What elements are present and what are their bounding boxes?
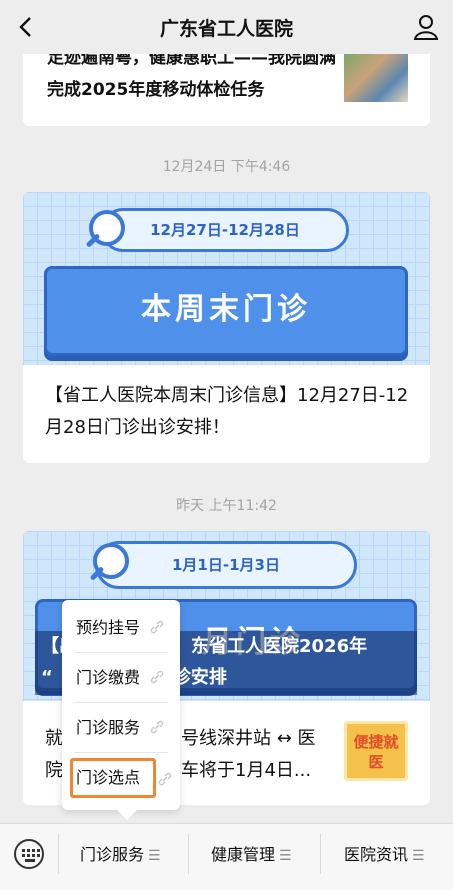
menu-item-location[interactable]: 门诊选点 [70, 758, 156, 798]
popup-menu: 预约挂号 门诊缴费 门诊服务 门诊选点 [62, 600, 180, 820]
nav-item-health[interactable]: 健康管理 ☰ [188, 824, 320, 886]
bottom-nav: 门诊服务 ☰ 健康管理 ☰ 医院资讯 ☰ [0, 823, 453, 890]
article-title: 【省工人医院本周末门诊信息】12月27日-12月28日门诊出诊安排！ [45, 385, 409, 438]
article-thumbnail [344, 52, 408, 102]
link-icon [150, 720, 164, 734]
link-icon [158, 772, 172, 786]
banner-date: 12月27日-12月28日 [101, 208, 349, 252]
menu-item-services[interactable]: 门诊服务 [70, 708, 172, 748]
profile-icon[interactable] [409, 10, 443, 44]
article-banner: 12月27日-12月28日 本周末门诊 [23, 192, 430, 365]
badge-thumbnail: 便捷就医 [344, 721, 408, 781]
menu-lines-icon: ☰ [412, 848, 425, 864]
timestamp: 昨天 上午11:42 [176, 498, 277, 514]
banner-title: 本周末门诊 [44, 266, 408, 356]
nav-item-news[interactable]: 医院资讯 ☰ [320, 824, 453, 886]
banner-date: 1月1日-1月3日 [95, 541, 357, 589]
page-title: 广东省工人医院 [159, 18, 293, 40]
menu-lines-icon: ☰ [148, 848, 161, 864]
menu-lines-icon: ☰ [279, 848, 292, 864]
nav-item-outpatient[interactable]: 门诊服务 ☰ [58, 824, 188, 886]
top-bar: 广东省工人医院 [0, 0, 453, 54]
article-card[interactable]: 12月27日-12月28日 本周末门诊 【省工人医院本周末门诊信息】12月27日… [23, 192, 430, 463]
menu-item-appointment[interactable]: 预约挂号 [70, 608, 172, 648]
timestamp: 12月24日 下午4:46 [162, 159, 291, 175]
keyboard-icon[interactable] [14, 839, 44, 869]
link-icon [150, 620, 164, 634]
menu-item-payment[interactable]: 门诊缴费 [70, 658, 172, 698]
link-icon [150, 670, 164, 684]
